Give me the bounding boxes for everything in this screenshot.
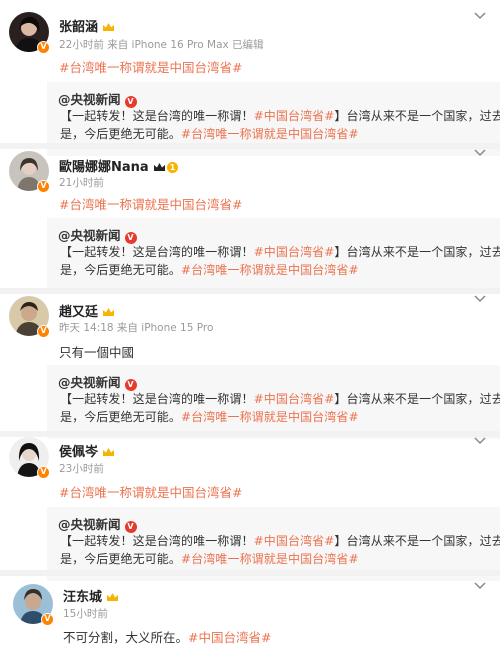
- repost-card[interactable]: @央视新闻 V 【一起转发！这是台湾的唯一称谓！#中国台湾省#】台湾从来不是一个国…: [47, 365, 500, 439]
- repost-text-line: 是，今后更绝无可能。#台湾唯一称谓就是中国台湾省#: [60, 552, 359, 566]
- author-name[interactable]: 张韶涵: [59, 16, 115, 35]
- repost-author[interactable]: @央视新闻 V: [58, 89, 137, 108]
- verified-icon: V: [37, 466, 50, 479]
- repost-text-line: 【一起转发！这是台湾的唯一称谓！#中国台湾省#】台湾从来不是一个国家，过去不: [60, 534, 500, 548]
- post-meta: 23小时前: [59, 463, 104, 475]
- post-card: V 侯佩岑 23小时前 #台湾唯一称谓就是中国台湾省# @央视新闻 V 【一起转发…: [0, 437, 500, 581]
- post-meta: 昨天 14:18 来自 iPhone 15 Pro: [59, 322, 214, 334]
- repost-text-line: 是，今后更绝无可能。#台湾唯一称谓就是中国台湾省#: [60, 410, 359, 424]
- crown-icon: [107, 593, 119, 601]
- chevron-down-icon[interactable]: [474, 582, 486, 590]
- repost-author[interactable]: @央视新闻 V: [58, 372, 137, 391]
- crown-icon: [103, 308, 115, 316]
- hashtag[interactable]: #台湾唯一称谓就是中国台湾省#: [181, 410, 359, 424]
- level-badge: 1: [166, 162, 179, 173]
- post-meta: 21小时前: [59, 177, 104, 189]
- hashtag[interactable]: #中国台湾省#: [254, 534, 335, 548]
- verified-icon: V: [37, 325, 50, 338]
- hashtag[interactable]: #中国台湾省#: [254, 245, 335, 259]
- post-card: V 汪东城 15小时前 不可分割，大义所在。#中国台湾省#: [0, 576, 500, 654]
- author-name[interactable]: 歐陽娜娜Nana 1: [59, 156, 179, 175]
- repost-text-line: 【一起转发！这是台湾的唯一称谓！#中国台湾省#】台湾从来不是一个国家，过去不: [60, 245, 500, 259]
- author-name[interactable]: 侯佩岑: [59, 441, 115, 460]
- author-name[interactable]: 趙又廷: [59, 301, 115, 320]
- repost-author[interactable]: @央视新闻 V: [58, 514, 137, 533]
- verified-icon: V: [37, 180, 50, 193]
- repost-text-line: 【一起转发！这是台湾的唯一称谓！#中国台湾省#】台湾从来不是一个国家，过去不: [60, 109, 500, 123]
- chevron-down-icon[interactable]: [474, 12, 486, 20]
- hashtag[interactable]: #中国台湾省#: [254, 109, 335, 123]
- crown-icon: [103, 448, 115, 456]
- post-card: V 歐陽娜娜Nana 1 21小时前 #台湾唯一称谓就是中国台湾省# @央视新闻 V…: [0, 149, 500, 292]
- post-meta: 22小时前 来自 iPhone 16 Pro Max 已编辑: [59, 39, 264, 51]
- repost-text-line: 是，今后更绝无可能。#台湾唯一称谓就是中国台湾省#: [60, 127, 359, 141]
- chevron-down-icon[interactable]: [474, 295, 486, 303]
- repost-card[interactable]: @央视新闻 V 【一起转发！这是台湾的唯一称谓！#中国台湾省#】台湾从来不是一个国…: [47, 218, 500, 292]
- post-text: 不可分割，大义所在。#中国台湾省#: [63, 630, 272, 645]
- hashtag[interactable]: #台湾唯一称谓就是中国台湾省#: [181, 263, 359, 277]
- post-text: #台湾唯一称谓就是中国台湾省#: [59, 57, 242, 76]
- hashtag[interactable]: #中国台湾省#: [254, 392, 335, 406]
- weibo-feed: V 张韶涵 22小时前 来自 iPhone 16 Pro Max 已编辑 #台湾…: [0, 0, 500, 654]
- hashtag[interactable]: #台湾唯一称谓就是中国台湾省#: [59, 485, 242, 500]
- verified-icon: V: [37, 41, 50, 54]
- post-text: #台湾唯一称谓就是中国台湾省#: [59, 194, 242, 213]
- post-card: V 张韶涵 22小时前 来自 iPhone 16 Pro Max 已编辑 #台湾…: [0, 0, 500, 156]
- verified-icon: V: [41, 613, 54, 626]
- post-meta: 15小时前: [63, 608, 108, 620]
- author-name[interactable]: 汪东城: [63, 586, 119, 605]
- hashtag[interactable]: #台湾唯一称谓就是中国台湾省#: [181, 552, 359, 566]
- post-text: #台湾唯一称谓就是中国台湾省#: [59, 482, 242, 501]
- crown-icon: [103, 23, 115, 31]
- chevron-down-icon[interactable]: [474, 437, 486, 445]
- hashtag[interactable]: #台湾唯一称谓就是中国台湾省#: [59, 197, 242, 212]
- post-text: 只有一個中國: [59, 345, 135, 360]
- hashtag[interactable]: #中国台湾省#: [188, 630, 271, 645]
- repost-author[interactable]: @央视新闻 V: [58, 225, 137, 244]
- crown-icon: [153, 163, 165, 171]
- hashtag[interactable]: #台湾唯一称谓就是中国台湾省#: [59, 60, 242, 75]
- repost-text-line: 是，今后更绝无可能。#台湾唯一称谓就是中国台湾省#: [60, 263, 359, 277]
- hashtag[interactable]: #台湾唯一称谓就是中国台湾省#: [181, 127, 359, 141]
- post-card: V 趙又廷 昨天 14:18 来自 iPhone 15 Pro 只有一個中國 @…: [0, 294, 500, 439]
- chevron-down-icon[interactable]: [474, 149, 486, 157]
- repost-text-line: 【一起转发！这是台湾的唯一称谓！#中国台湾省#】台湾从来不是一个国家，过去不: [60, 392, 500, 406]
